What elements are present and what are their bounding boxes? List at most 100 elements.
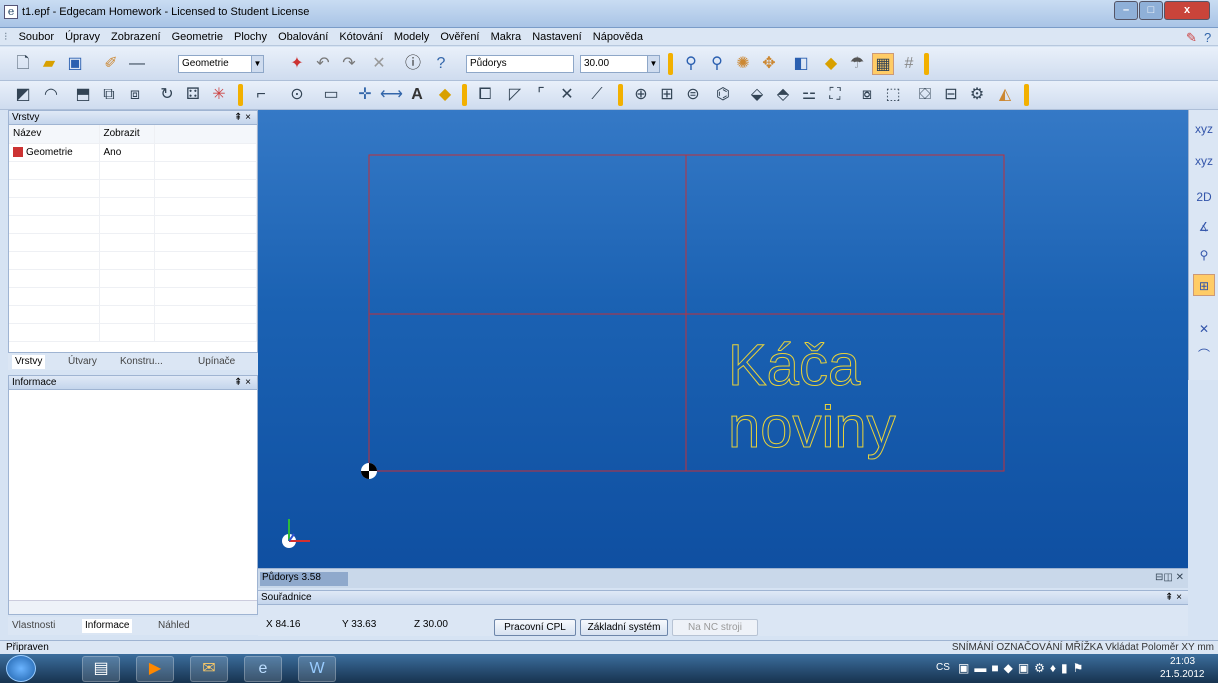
graphics-viewport[interactable]: Káča noviny (258, 110, 1188, 588)
line-style-icon[interactable]: — (126, 53, 148, 75)
menu-modely[interactable]: Modely (390, 28, 433, 46)
2d-icon[interactable]: 2D (1193, 186, 1215, 208)
tray-icons[interactable]: ▣▬■◆▣⚙♦▮⚑ (958, 661, 1088, 675)
menu-overeni[interactable]: Ověření (436, 28, 483, 46)
language-indicator[interactable]: CS (936, 662, 950, 673)
menu-geometrie[interactable]: Geometrie (168, 28, 227, 46)
tangent-icon[interactable]: ⌒ (1193, 344, 1215, 366)
minimize-button[interactable]: – (1114, 1, 1138, 20)
view-window-controls[interactable]: ⊟◫ ✕ (1155, 572, 1184, 583)
dimension-tool-icon[interactable]: ⟷ (380, 84, 403, 106)
box-icon[interactable]: ⬚ (882, 84, 904, 106)
array-icon[interactable]: ⚃ (182, 84, 204, 106)
shade-icon[interactable]: ◧ (790, 53, 812, 75)
mirror-icon[interactable]: ⧈ (124, 84, 146, 106)
media-taskbar-icon[interactable]: ▶ (136, 656, 174, 682)
open-folder-icon[interactable]: ▰ (38, 53, 60, 75)
solid-icon[interactable]: ⊜ (682, 84, 704, 106)
point-tool-icon[interactable]: ✛ (354, 84, 376, 106)
menu-soubor[interactable]: Soubor (15, 28, 58, 46)
rotate-view-icon[interactable]: ✺ (732, 53, 754, 75)
snap-icon[interactable]: ⚲ (680, 53, 702, 75)
rotate-icon[interactable]: ↻ (156, 84, 178, 106)
tab-nahled[interactable]: Náhled (158, 619, 190, 633)
column-header-show[interactable]: Zobrazit (99, 125, 155, 144)
intersection-icon[interactable]: ✕ (1193, 318, 1215, 340)
shirt-icon[interactable]: ⚙ (966, 84, 988, 106)
table-row[interactable]: Geometrie Ano (9, 143, 257, 162)
menu-kotovani[interactable]: Kótování (335, 28, 386, 46)
menu-obalovani[interactable]: Obalování (274, 28, 332, 46)
pattern-icon[interactable]: ⚍ (798, 84, 820, 106)
mail-taskbar-icon[interactable]: ✉ (190, 656, 228, 682)
view-select[interactable]: Půdorys (466, 55, 574, 73)
nc-machine-button[interactable]: Na NC stroji (672, 619, 758, 636)
menu-zobrazeni[interactable]: Zobrazení (107, 28, 165, 46)
explorer-taskbar-icon[interactable]: ▤ (82, 656, 120, 682)
base-system-button[interactable]: Základní systém (580, 619, 668, 636)
revolve-icon[interactable]: ⬘ (772, 84, 794, 106)
help-icon[interactable]: ? (1204, 30, 1211, 45)
xyz-vector-icon[interactable]: xyz (1193, 150, 1215, 172)
new-file-icon[interactable]: 🗋 (12, 53, 34, 75)
surface-tool-icon[interactable]: ◭ (994, 84, 1016, 106)
edgecam-taskbar-icon[interactable]: e (244, 656, 282, 682)
grid-icon[interactable]: # (898, 53, 920, 75)
measure-icon[interactable]: ⚲ (1193, 244, 1215, 266)
panel-pin-close-icon[interactable]: ⇞ × (234, 111, 251, 125)
word-taskbar-icon[interactable]: W (298, 656, 336, 682)
body-icon[interactable]: ⛋ (914, 84, 936, 106)
clock-date[interactable]: 21.5.2012 (1160, 669, 1205, 680)
pencil-icon[interactable]: ✎ (1186, 30, 1197, 46)
section-icon[interactable]: ⛶ (824, 84, 846, 106)
menu-napoveda[interactable]: Nápověda (589, 28, 647, 46)
layer-select[interactable]: Geometrie ▼ (178, 55, 264, 73)
surface-icon[interactable]: ◠ (40, 84, 62, 106)
origin-icon[interactable]: ⊕ (630, 84, 652, 106)
maximize-button[interactable]: □ (1139, 1, 1163, 20)
menu-plochy[interactable]: Plochy (230, 28, 271, 46)
tab-vlastnosti[interactable]: Vlastnosti (12, 619, 55, 633)
model-icon[interactable]: ◩ (12, 84, 34, 106)
feature-icon[interactable]: ⌬ (712, 84, 734, 106)
corner-icon[interactable]: ⌜ (530, 84, 552, 106)
extrude-icon[interactable]: ⬙ (746, 84, 768, 106)
save-icon[interactable]: ▣ (64, 53, 86, 75)
transform-icon[interactable]: ⬒ (72, 84, 94, 106)
snap-mode-icon[interactable]: ⊞ (1193, 274, 1215, 296)
frame-icon[interactable]: ⧇ (856, 84, 878, 106)
start-button-icon[interactable] (6, 655, 36, 682)
angle-icon[interactable]: ∡ (1193, 216, 1215, 238)
offset-icon[interactable]: ⧠ (474, 84, 496, 106)
line-tool-icon[interactable]: ⌐ (250, 84, 272, 106)
pan-icon[interactable]: ✥ (758, 53, 780, 75)
circle-tool-icon[interactable]: ⊙ (286, 84, 308, 106)
horizontal-scrollbar[interactable] (9, 600, 257, 614)
text-tool-icon[interactable]: A (406, 84, 428, 106)
menu-upravy[interactable]: Úpravy (61, 28, 104, 46)
blend-icon[interactable]: ⟋ (586, 84, 608, 106)
view-options-icon[interactable]: ◆ (820, 53, 842, 75)
column-header-name[interactable]: Název (9, 125, 100, 144)
working-cpl-button[interactable]: Pracovní CPL (494, 619, 576, 636)
redo-icon[interactable]: ↷ (338, 53, 360, 75)
fill-tool-icon[interactable]: ◆ (434, 84, 456, 106)
pen-color-icon[interactable]: ✐ (100, 53, 122, 75)
tab-informace[interactable]: Informace (82, 619, 133, 633)
eraser-icon[interactable]: ✦ (286, 53, 308, 75)
whats-this-icon[interactable]: ? (430, 53, 452, 75)
close-button[interactable]: x (1164, 1, 1210, 20)
drawing-canvas[interactable]: Káča noviny (258, 110, 1188, 568)
tab-upinace[interactable]: Upínače (198, 355, 235, 369)
tab-vrstvy[interactable]: Vrstvy (12, 355, 46, 369)
status-modes[interactable]: SNÍMÁNÍ OZNAČOVÁNÍ MŘÍŽKA Vkládat Polomě… (952, 641, 1214, 655)
explode-icon[interactable]: ✳ (208, 84, 230, 106)
panel-pin-close-icon[interactable]: ⇞ × (1165, 591, 1182, 605)
snap-grid-icon[interactable]: ⚲ (706, 53, 728, 75)
chamfer-icon[interactable]: ◸ (504, 84, 526, 106)
hide-icon[interactable]: ☂ (846, 53, 868, 75)
clock-time[interactable]: 21:03 (1170, 656, 1195, 667)
depth-select[interactable]: 30.00 ▼ (580, 55, 660, 73)
cancel-icon[interactable]: ✕ (368, 53, 390, 75)
tab-utvary[interactable]: Útvary (68, 355, 97, 369)
